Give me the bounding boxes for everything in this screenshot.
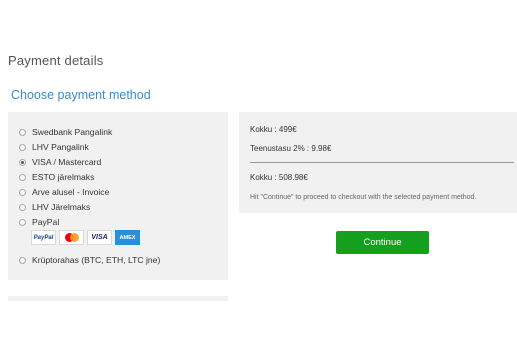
mastercard-logo-icon (59, 230, 84, 245)
method-label: VISA / Mastercard (32, 157, 102, 167)
amex-logo-icon: AMEX (115, 230, 140, 245)
continue-button[interactable]: Continue (336, 231, 429, 254)
payment-methods-panel: Swedbank Pangalink LHV Pangalink VISA / … (8, 112, 228, 280)
lower-panel-edge (8, 296, 228, 301)
method-crypto[interactable]: Krüptorahas (BTC, ETH, LTC jne) (19, 254, 160, 266)
grand-total-line: Kokku : 508.98€ (250, 173, 308, 182)
method-label: Arve alusel - Invoice (32, 187, 110, 197)
radio-button[interactable] (19, 203, 26, 211)
paypal-logo-icon: PayPal (31, 230, 56, 245)
method-label: PayPal (32, 217, 60, 227)
method-swedbank[interactable]: Swedbank Pangalink (19, 126, 112, 138)
radio-button[interactable] (19, 173, 26, 181)
method-invoice[interactable]: Arve alusel - Invoice (19, 186, 109, 198)
radio-button[interactable] (19, 256, 26, 264)
card-logos: PayPal VISA AMEX (31, 230, 140, 245)
radio-button-selected[interactable] (19, 158, 26, 166)
order-summary-panel: Kokku : 499€ Teenustasu 2% : 9.98€ Kokku… (239, 112, 517, 213)
radio-button[interactable] (19, 218, 26, 226)
method-label: Swedbank Pangalink (32, 127, 113, 137)
radio-button[interactable] (19, 128, 26, 136)
method-lhv-pangalink[interactable]: LHV Pangalink (19, 141, 89, 153)
page-title: Payment details (8, 53, 104, 68)
method-label: Krüptorahas (BTC, ETH, LTC jne) (32, 255, 161, 265)
payment-method-heading: Choose payment method (11, 88, 151, 102)
method-esto[interactable]: ESTO järelmaks (19, 171, 94, 183)
total-line: Kokku : 499€ (250, 125, 297, 134)
summary-divider (250, 162, 514, 163)
method-visa-mastercard[interactable]: VISA / Mastercard (19, 156, 101, 168)
method-label: ESTO järelmaks (32, 172, 95, 182)
method-paypal[interactable]: PayPal (19, 216, 59, 228)
radio-button[interactable] (19, 143, 26, 151)
fee-line: Teenustasu 2% : 9.98€ (250, 144, 332, 153)
radio-button[interactable] (19, 188, 26, 196)
checkout-hint: Hit "Continue" to proceed to checkout wi… (250, 194, 477, 201)
method-label: LHV Pangalink (32, 142, 89, 152)
method-label: LHV Järelmaks (32, 202, 91, 212)
method-lhv-jarelmaks[interactable]: LHV Järelmaks (19, 201, 90, 213)
visa-logo-icon: VISA (87, 230, 112, 245)
